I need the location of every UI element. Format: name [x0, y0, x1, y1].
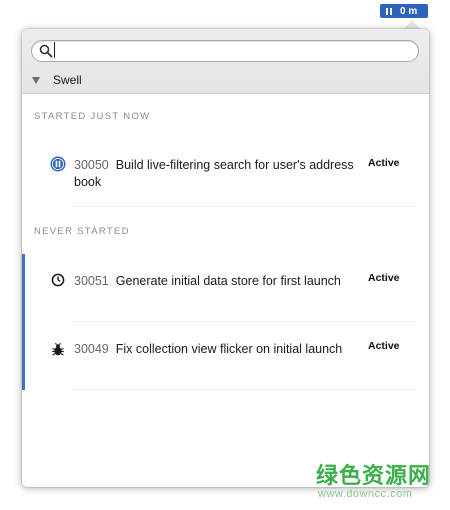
- search-icon: [39, 44, 53, 58]
- task-row[interactable]: 30050 Build live-filtering search for use…: [22, 139, 429, 207]
- watermark-url: www.downcc.com: [318, 488, 413, 500]
- pause-icon: [386, 7, 392, 15]
- clock-icon: [51, 273, 65, 287]
- task-status: Active: [368, 157, 400, 169]
- task-name: Build live-filtering search for user's a…: [74, 158, 354, 189]
- task-number: 30050: [74, 158, 109, 172]
- task-number: 30051: [74, 274, 109, 288]
- search-input[interactable]: [54, 42, 411, 58]
- task-status: Active: [368, 272, 400, 284]
- menubar-timer-item[interactable]: 0 m: [380, 4, 428, 18]
- task-title: 30051 Generate initial data store for fir…: [74, 273, 354, 290]
- project-disclosure[interactable]: Swell: [32, 72, 82, 88]
- section-title-never-started: NEVER STARTED: [34, 226, 130, 237]
- task-row[interactable]: 30049 Fix collection view flicker on init…: [22, 322, 429, 390]
- task-number: 30049: [74, 342, 109, 356]
- section-title-started: STARTED JUST NOW: [34, 111, 151, 122]
- task-name: Fix collection view flicker on initial l…: [115, 342, 343, 356]
- popover-panel: Swell STARTED JUST NOW 30050 Build live-f…: [22, 29, 429, 487]
- pause-circle-icon[interactable]: [50, 156, 66, 172]
- search-field[interactable]: [31, 40, 419, 62]
- selection-bar: [22, 254, 25, 322]
- task-title: 30050 Build live-filtering search for use…: [74, 157, 354, 191]
- menubar-timer-label: 0 m: [400, 5, 418, 17]
- popover-header: Swell: [22, 29, 429, 94]
- task-title: 30049 Fix collection view flicker on init…: [74, 341, 354, 358]
- watermark-text: 绿色资源网: [316, 463, 432, 488]
- disclosure-triangle-icon: [32, 76, 40, 84]
- task-name: Generate initial data store for first la…: [115, 274, 341, 288]
- project-name: Swell: [53, 73, 82, 87]
- row-divider: [72, 389, 415, 390]
- bug-icon: [52, 342, 64, 356]
- watermark: 绿色资源网 www.downcc.com: [316, 458, 446, 506]
- row-divider: [72, 206, 415, 207]
- task-row[interactable]: 30051 Generate initial data store for fir…: [22, 254, 429, 322]
- task-status: Active: [368, 340, 400, 352]
- selection-bar: [22, 322, 25, 390]
